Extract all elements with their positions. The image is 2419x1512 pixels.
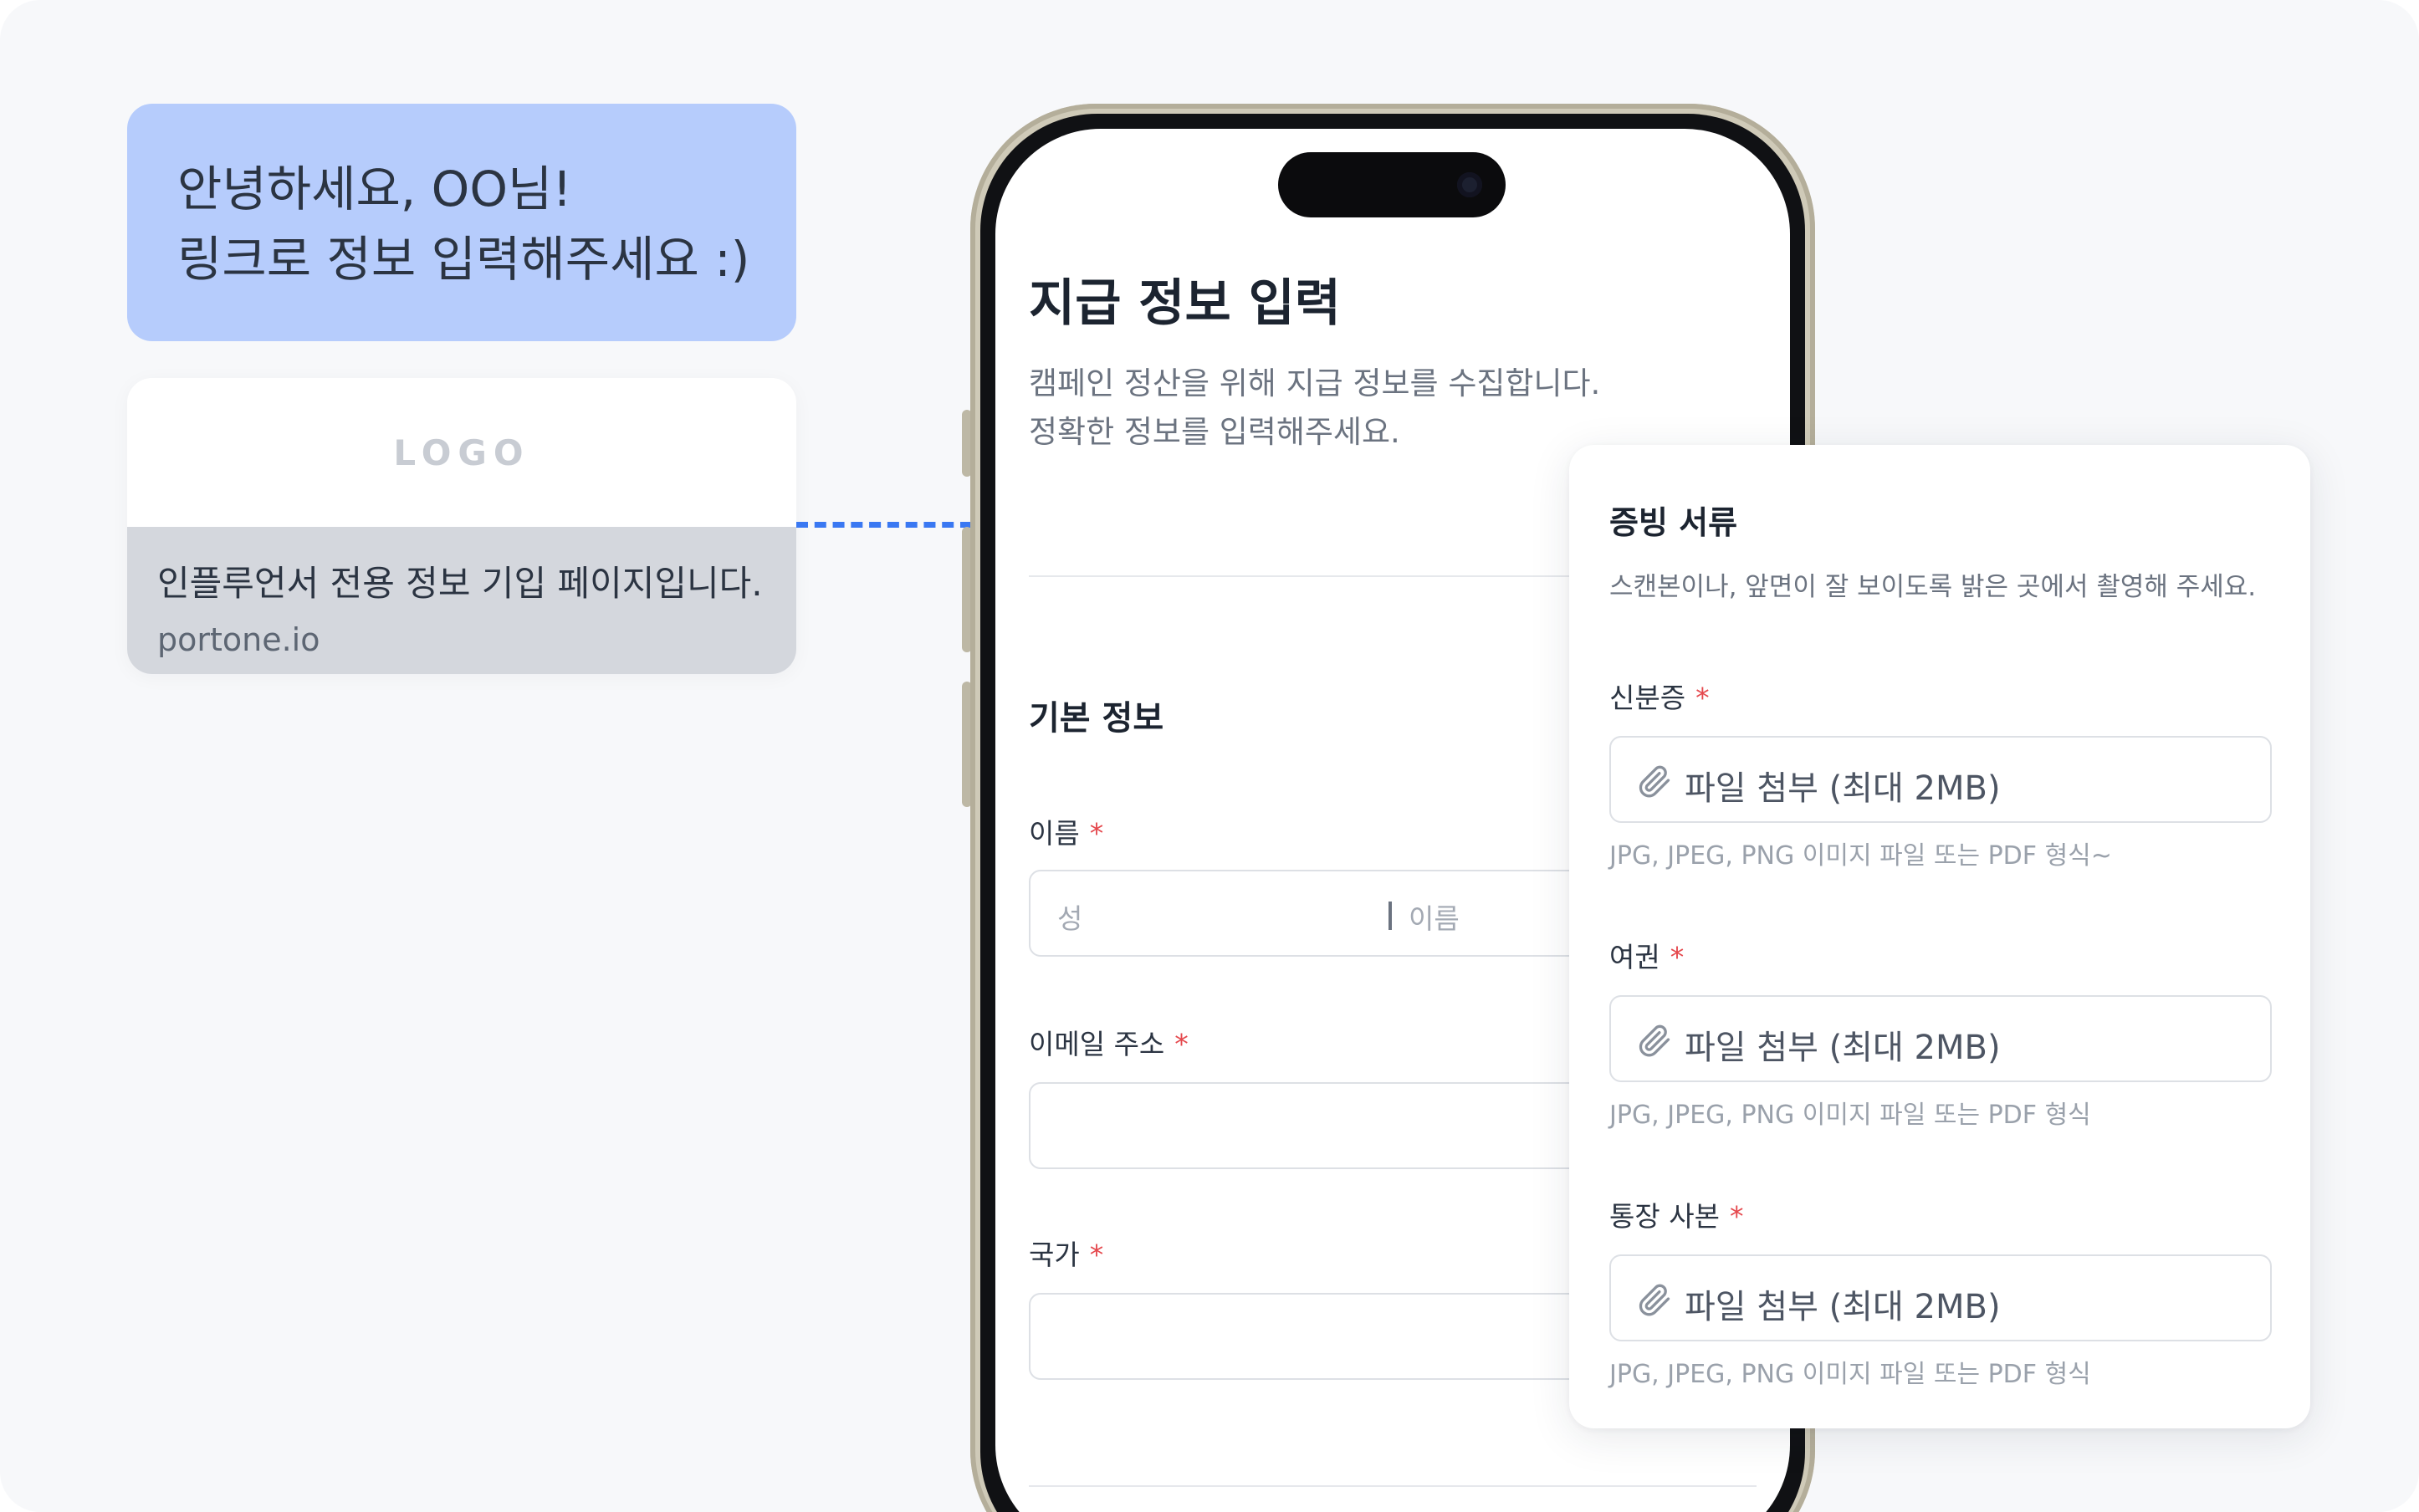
chat-message-line-1: 안녕하세요, OO님! [177,161,572,217]
page-description: 캠페인 정산을 위해 지급 정보를 수집합니다. 정확한 정보를 입력해주세요. [1029,360,1600,457]
passport-format-hint: JPG, JPEG, PNG 이미지 파일 또는 PDF 형식 [1609,1101,2091,1130]
chat-message-line-2: 링크로 정보 입력해주세요 :) [177,231,750,288]
documents-title: 증빙 서류 [1609,504,1738,541]
dashed-connector-line [796,522,972,528]
documents-description: 스캔본이나, 앞면이 잘 보이도록 밝은 곳에서 촬영해 주세요. [1609,572,2257,602]
required-mark: * [1089,817,1104,850]
last-name-input[interactable]: 성 [1057,896,1082,937]
id-card-upload-label: 파일 첨부 (최대 2MB) [1685,769,2001,808]
bankbook-label-text: 통장 사본 [1609,1200,1720,1233]
link-preview-logo-area: LOGO [127,378,796,527]
section-title-basic-info: 기본 정보 [1029,699,1164,738]
first-name-input[interactable]: 이름 [1409,896,1460,937]
bankbook-upload-label: 파일 첨부 (최대 2MB) [1685,1288,2001,1326]
page-description-line-1: 캠페인 정산을 위해 지급 정보를 수집합니다. [1029,365,1601,401]
logo: LOGO [393,432,530,473]
passport-label-text: 여권 [1609,941,1660,973]
passport-upload-button[interactable]: 파일 첨부 (최대 2MB) [1609,995,2272,1082]
email-field-label: 이메일 주소 * [1029,1022,1189,1062]
link-preview-domain: portone.io [157,621,320,658]
id-card-upload-button[interactable]: 파일 첨부 (최대 2MB) [1609,736,2272,823]
link-preview-info: 인플루언서 전용 정보 기입 페이지입니다. portone.io [127,527,796,674]
chat-message-bubble: 안녕하세요, OO님! 링크로 정보 입력해주세요 :) [127,104,796,341]
bankbook-label: 통장 사본 * [1609,1194,1743,1234]
required-mark: * [1695,682,1710,714]
id-card-format-hint: JPG, JPEG, PNG 이미지 파일 또는 PDF 형식~ [1609,841,2112,871]
name-label-text: 이름 [1029,817,1080,850]
name-field-label: 이름 * [1029,811,1103,851]
paperclip-icon [1639,1024,1670,1057]
passport-upload-label: 파일 첨부 (최대 2MB) [1685,1029,2001,1067]
email-label-text: 이메일 주소 [1029,1028,1165,1060]
phone-dynamic-island [1278,152,1506,217]
camera-icon [1457,172,1482,197]
required-mark: * [1174,1028,1189,1060]
link-preview-card[interactable]: LOGO 인플루언서 전용 정보 기입 페이지입니다. portone.io [127,378,796,674]
documents-panel: 증빙 서류 스캔본이나, 앞면이 잘 보이도록 밝은 곳에서 촬영해 주세요. … [1569,445,2310,1428]
bankbook-upload-button[interactable]: 파일 첨부 (최대 2MB) [1609,1254,2272,1341]
id-card-label-text: 신분증 [1609,682,1686,714]
required-mark: * [1729,1200,1744,1233]
country-label-text: 국가 [1029,1239,1080,1271]
passport-label: 여권 * [1609,935,1684,975]
bankbook-format-hint: JPG, JPEG, PNG 이미지 파일 또는 PDF 형식 [1609,1360,2091,1389]
required-mark: * [1089,1239,1104,1271]
page-title: 지급 정보 입력 [1029,274,1341,333]
link-preview-title: 인플루언서 전용 정보 기입 페이지입니다. [157,563,763,604]
country-field-label: 국가 * [1029,1233,1103,1273]
paperclip-icon [1639,765,1670,798]
section-divider-bottom [1029,1485,1757,1487]
canvas-background: 안녕하세요, OO님! 링크로 정보 입력해주세요 :) LOGO 인플루언서 … [0,0,2419,1512]
paperclip-icon [1639,1284,1670,1316]
name-input-separator [1388,902,1392,930]
required-mark: * [1670,941,1685,973]
id-card-label: 신분증 * [1609,676,1710,716]
page-description-line-2: 정확한 정보를 입력해주세요. [1029,414,1400,450]
